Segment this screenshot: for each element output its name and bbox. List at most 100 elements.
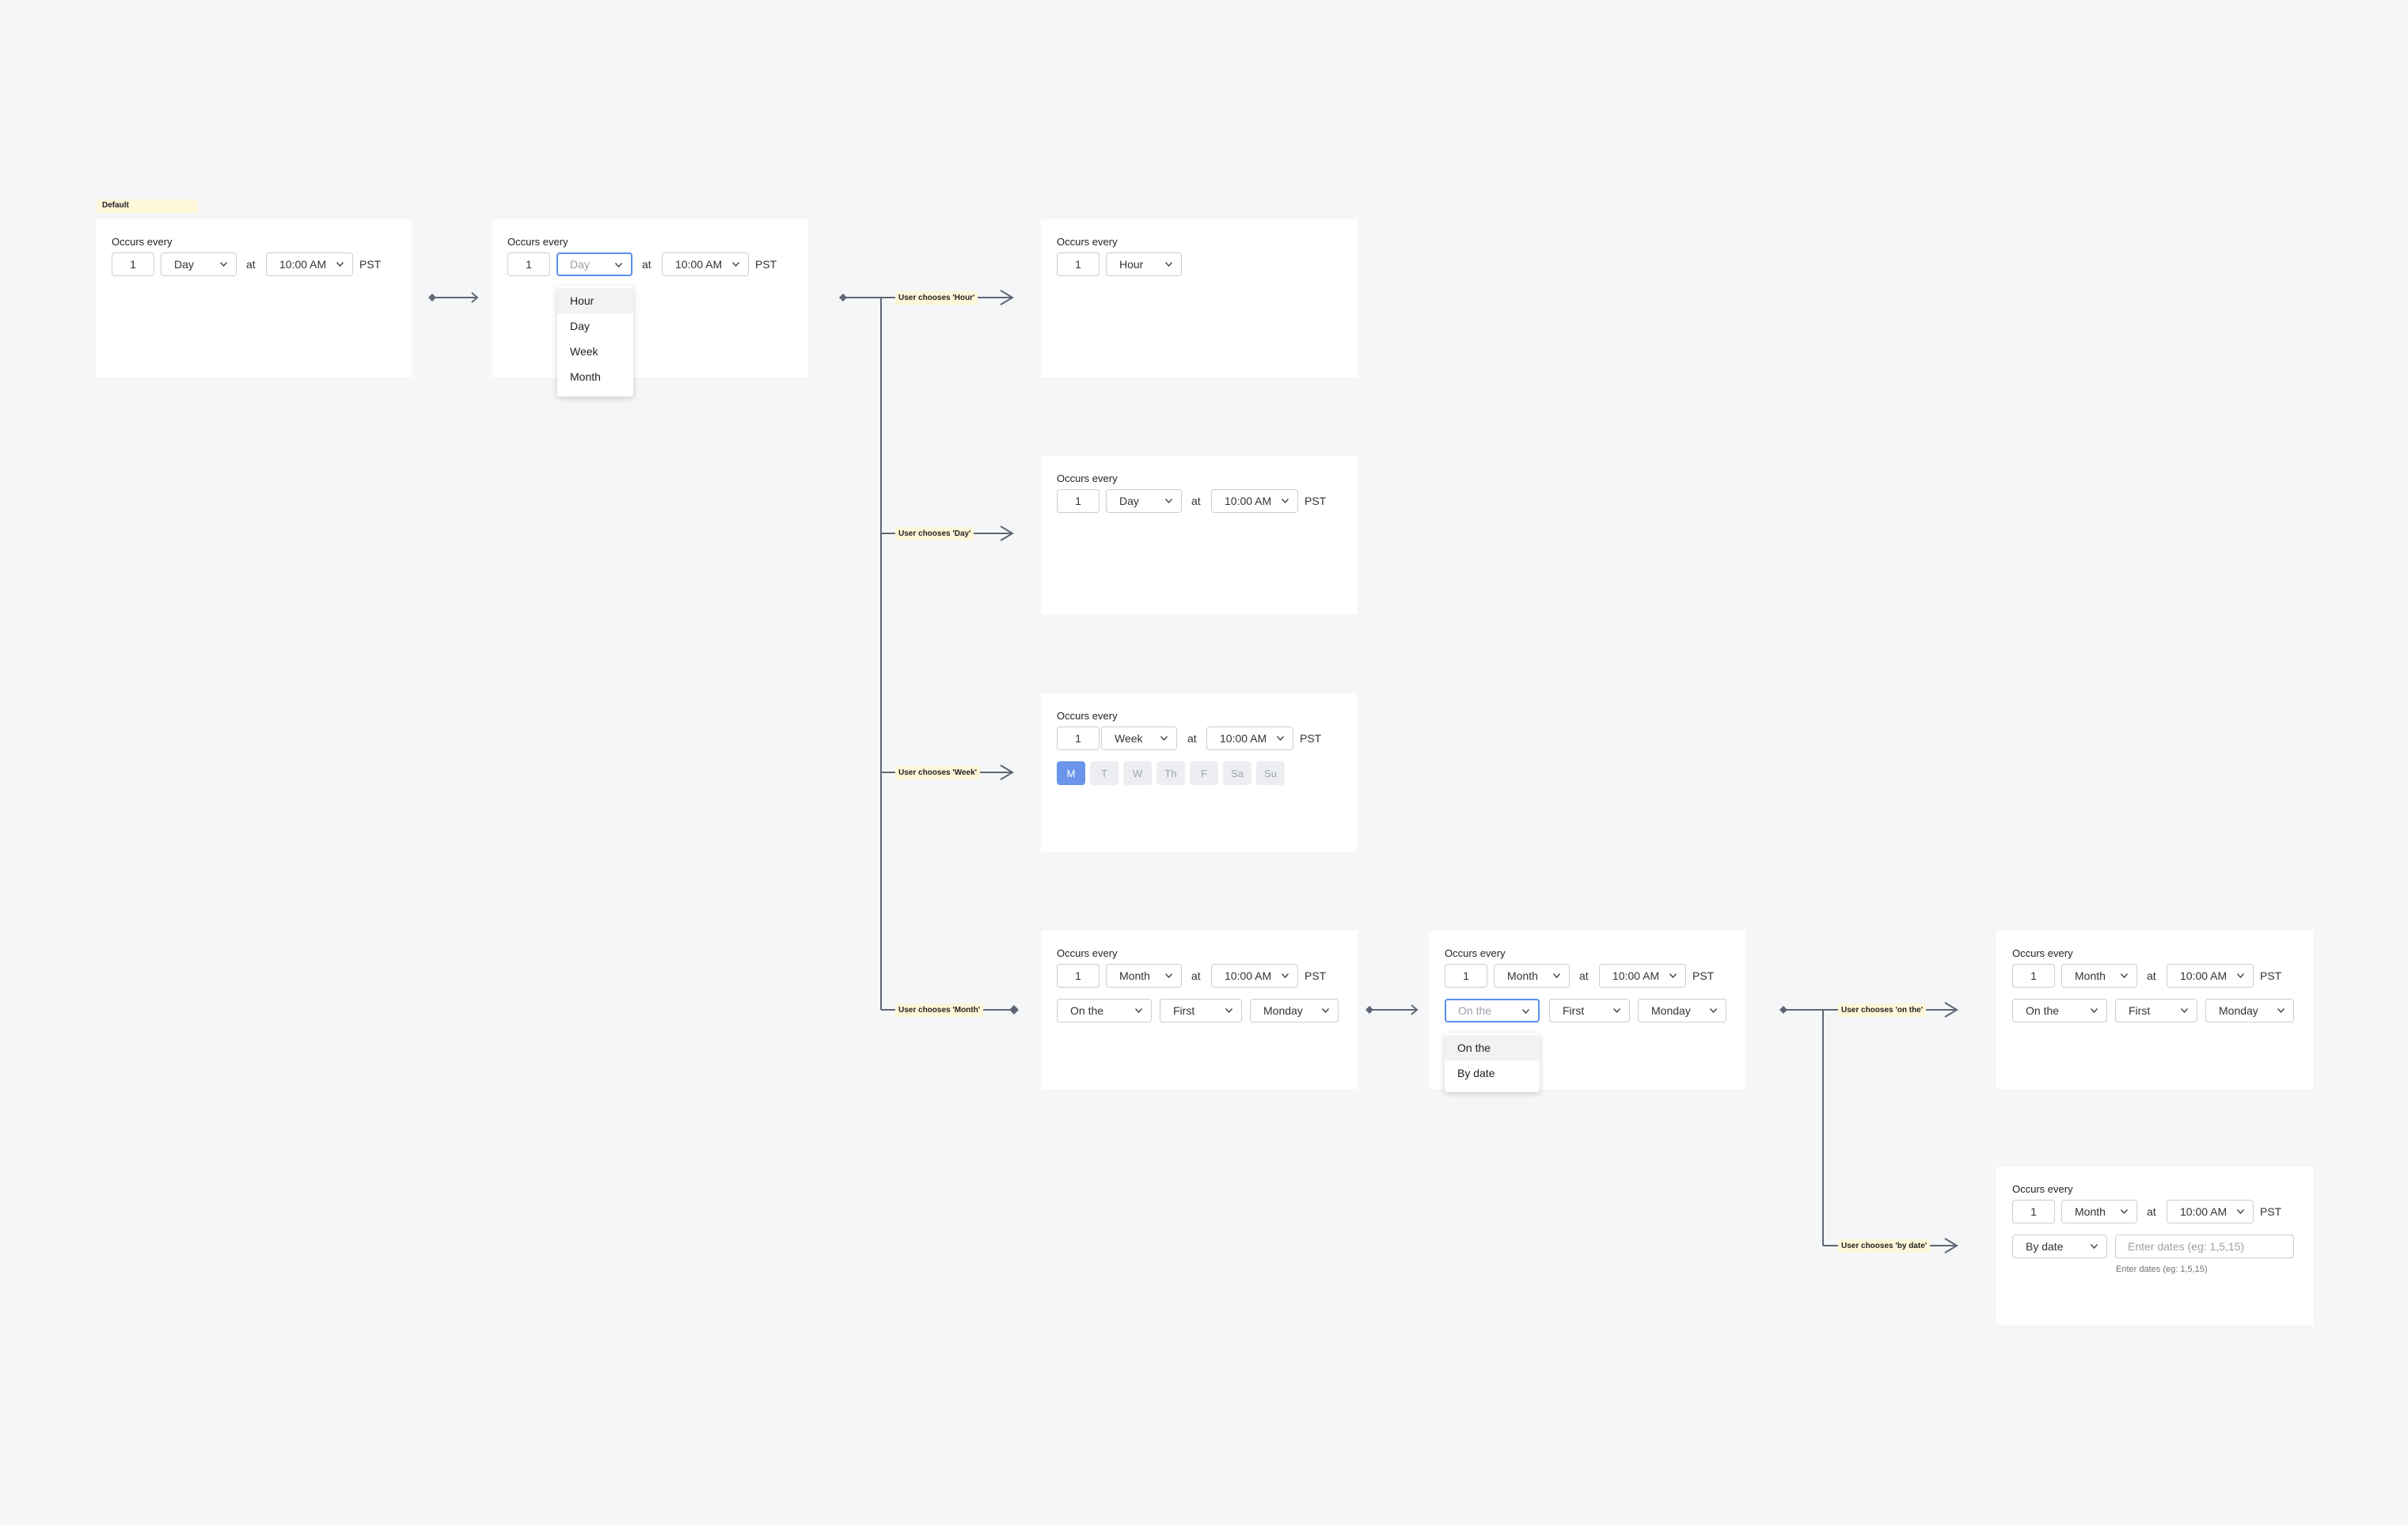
ordinal-value: First <box>2129 1004 2151 1017</box>
weekday-toggle-saturday[interactable]: Sa <box>1223 761 1251 785</box>
menu-item-month[interactable]: Month <box>557 364 633 389</box>
monthly-mode-value: On the <box>1458 1004 1492 1017</box>
note-user-chooses-month: User chooses 'Month' <box>895 1003 984 1017</box>
ordinal-select[interactable]: First <box>2115 999 2197 1022</box>
weekday-toggle-monday[interactable]: M <box>1057 761 1085 785</box>
panel-on-the: Occurs every 1 Month at 10:00 AM PST On … <box>1996 931 2313 1089</box>
chevron-down-icon <box>2237 973 2244 978</box>
interval-unit-select[interactable]: Month <box>2061 1200 2137 1223</box>
time-select[interactable]: 10:00 AM <box>2167 1200 2254 1223</box>
menu-item-hour[interactable]: Hour <box>557 288 633 313</box>
interval-count-input[interactable]: 1 <box>1057 489 1100 513</box>
chevron-down-icon <box>1669 973 1677 978</box>
occurs-every-label: Occurs every <box>1057 710 1118 722</box>
chevron-down-icon <box>2121 973 2128 978</box>
chevron-down-icon <box>1553 973 1560 978</box>
interval-unit-select[interactable]: Month <box>1106 964 1182 988</box>
time-value: 10:00 AM <box>1225 969 1272 982</box>
panel-unit-dropdown: Occurs every 1 Day at 10:00 AM PST <box>492 219 808 377</box>
occurs-every-label: Occurs every <box>507 236 568 248</box>
monthly-mode-select[interactable]: By date <box>2012 1235 2107 1258</box>
time-value: 10:00 AM <box>1220 732 1267 745</box>
menu-item-on-the[interactable]: On the <box>1445 1035 1540 1060</box>
interval-unit-select[interactable]: Hour <box>1106 252 1182 276</box>
monthly-mode-value: On the <box>2026 1004 2060 1017</box>
chevron-down-icon <box>2121 1209 2128 1214</box>
interval-count-input[interactable]: 1 <box>2012 1200 2055 1223</box>
chevron-down-icon <box>1322 1008 1329 1013</box>
time-select[interactable]: 10:00 AM <box>266 252 353 276</box>
interval-count-input[interactable]: 1 <box>112 252 154 276</box>
interval-unit-select[interactable]: Week <box>1101 726 1177 750</box>
ordinal-select[interactable]: First <box>1160 999 1242 1022</box>
chevron-down-icon <box>1165 499 1172 503</box>
weekday-toggle-sunday[interactable]: Su <box>1256 761 1285 785</box>
menu-item-week[interactable]: Week <box>557 339 633 364</box>
chevron-down-icon <box>1282 973 1289 978</box>
interval-count-input[interactable]: 1 <box>2012 964 2055 988</box>
at-label: at <box>1191 495 1201 507</box>
note-user-chooses-hour: User chooses 'Hour' <box>895 291 978 305</box>
interval-unit-value: Day <box>1119 495 1139 507</box>
interval-unit-value: Day <box>174 258 194 271</box>
time-value: 10:00 AM <box>279 258 327 271</box>
monthly-mode-select[interactable]: On the <box>2012 999 2107 1022</box>
weekday-toggle-tuesday[interactable]: T <box>1090 761 1119 785</box>
interval-unit-select[interactable]: Month <box>1494 964 1570 988</box>
interval-unit-select[interactable]: Day <box>1106 489 1182 513</box>
interval-count-input[interactable]: 1 <box>507 252 550 276</box>
chevron-down-icon <box>2277 1008 2285 1013</box>
time-select[interactable]: 10:00 AM <box>1206 726 1293 750</box>
panel-by-date: Occurs every 1 Month at 10:00 AM PST By … <box>1996 1167 2313 1325</box>
time-value: 10:00 AM <box>675 258 723 271</box>
at-label: at <box>1579 969 1589 982</box>
occurs-every-label: Occurs every <box>112 236 173 248</box>
monthly-mode-select[interactable]: On the <box>1445 999 1540 1022</box>
chevron-down-icon <box>2181 1008 2188 1013</box>
interval-unit-value: Month <box>1119 969 1150 982</box>
weekday-select[interactable]: Monday <box>1250 999 1339 1022</box>
weekday-select[interactable]: Monday <box>2205 999 2294 1022</box>
interval-unit-select[interactable]: Month <box>2061 964 2137 988</box>
timezone-label: PST <box>2260 1205 2282 1218</box>
panel-default: Occurs every 1 Day at 10:00 AM PST <box>96 219 412 377</box>
weekday-toggle-friday[interactable]: F <box>1190 761 1218 785</box>
weekday-toggle-thursday[interactable]: Th <box>1157 761 1185 785</box>
note-user-chooses-day: User chooses 'Day' <box>895 527 974 541</box>
interval-count-input[interactable]: 1 <box>1057 252 1100 276</box>
interval-unit-select[interactable]: Day <box>161 252 237 276</box>
ordinal-value: First <box>1173 1004 1195 1017</box>
chevron-down-icon <box>1225 1008 1232 1013</box>
weekday-toggle-wednesday[interactable]: W <box>1123 761 1152 785</box>
interval-count-input[interactable]: 1 <box>1057 964 1100 988</box>
time-select[interactable]: 10:00 AM <box>1211 964 1298 988</box>
time-select[interactable]: 10:00 AM <box>662 252 749 276</box>
interval-unit-select[interactable]: Day <box>556 252 632 276</box>
interval-count-input[interactable]: 1 <box>1445 964 1487 988</box>
dates-input[interactable]: Enter dates (eg: 1,5,15) <box>2115 1235 2294 1258</box>
timezone-label: PST <box>2260 969 2282 982</box>
time-select[interactable]: 10:00 AM <box>1599 964 1686 988</box>
time-select[interactable]: 10:00 AM <box>2167 964 2254 988</box>
at-label: at <box>1191 969 1201 982</box>
chevron-down-icon <box>1522 1009 1529 1014</box>
ordinal-value: First <box>1563 1004 1585 1017</box>
menu-item-by-date[interactable]: By date <box>1445 1060 1540 1086</box>
interval-count-input[interactable]: 1 <box>1057 726 1100 750</box>
monthly-mode-select[interactable]: On the <box>1057 999 1152 1022</box>
time-select[interactable]: 10:00 AM <box>1211 489 1298 513</box>
menu-item-day[interactable]: Day <box>557 313 633 339</box>
weekday-value: Monday <box>1651 1004 1691 1017</box>
ordinal-select[interactable]: First <box>1549 999 1630 1022</box>
monthly-mode-value: On the <box>1070 1004 1104 1017</box>
chevron-down-icon <box>2091 1244 2098 1249</box>
chevron-down-icon <box>1165 973 1172 978</box>
occurs-every-label: Occurs every <box>2012 1183 2073 1195</box>
mode-dropdown-menu: On the By date <box>1445 1033 1540 1092</box>
chevron-down-icon <box>336 262 344 267</box>
unit-dropdown-menu: Hour Day Week Month <box>557 286 633 396</box>
timezone-label: PST <box>1305 969 1327 982</box>
at-label: at <box>642 258 651 271</box>
occurs-every-label: Occurs every <box>2012 947 2073 959</box>
weekday-select[interactable]: Monday <box>1638 999 1726 1022</box>
